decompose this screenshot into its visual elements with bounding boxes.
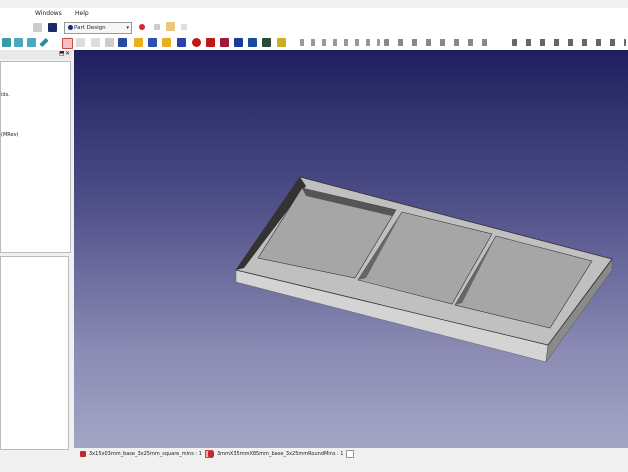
view-icon[interactable]: [27, 38, 36, 47]
thickness-icon[interactable]: [277, 38, 286, 47]
pad-icon[interactable]: [134, 38, 143, 47]
view-icon[interactable]: [2, 38, 11, 47]
tab-document-1[interactable]: 3x15x03mm_base_3x25mm_square_mins : 1: [80, 450, 213, 458]
stop-macro-icon[interactable]: [154, 24, 160, 30]
macros-icon[interactable]: [166, 22, 175, 31]
sketcher-tools-icons[interactable]: [384, 39, 494, 46]
tab-label: 3mmX35mmX85mm_base_3x25mmRoundMins : 1: [217, 451, 344, 457]
toolbar-top: Part Design ▾: [0, 20, 628, 36]
toolbar-partdesign: [0, 36, 628, 51]
model-tree-panel: ids. (MRev): [0, 61, 71, 253]
body-icon[interactable]: [62, 38, 73, 49]
groove-icon[interactable]: [220, 38, 229, 47]
combo-view-header: ⬒ ✕: [0, 50, 72, 59]
tray-model: [235, 176, 613, 363]
sketch-icon[interactable]: [76, 38, 85, 47]
pocket-icon[interactable]: [192, 38, 201, 47]
validate-icon[interactable]: [105, 38, 114, 47]
chevron-down-icon: ▾: [126, 25, 129, 31]
fillet-icon[interactable]: [234, 38, 243, 47]
close-panel-icon[interactable]: ✕: [65, 50, 70, 57]
close-tab-icon[interactable]: [346, 450, 355, 458]
tab-label: 3x15x03mm_base_3x25mm_square_mins : 1: [89, 451, 202, 457]
sketcher-geometry-icons[interactable]: [300, 39, 380, 46]
document-tabs: 3x15x03mm_base_3x25mm_square_mins : 1 3m…: [74, 448, 628, 472]
draft-icon[interactable]: [262, 38, 271, 47]
3d-viewport[interactable]: [74, 50, 628, 448]
workbench-label: Part Design: [74, 25, 106, 31]
sketch-icon[interactable]: [91, 38, 100, 47]
tree-item-text[interactable]: (MRev): [1, 132, 19, 138]
menu-help[interactable]: Help: [75, 10, 89, 17]
chamfer-icon[interactable]: [248, 38, 257, 47]
loft-icon[interactable]: [162, 38, 171, 47]
record-macro-icon[interactable]: [139, 24, 145, 30]
float-panel-icon[interactable]: ⬒: [59, 50, 65, 57]
view-icon[interactable]: [14, 38, 23, 47]
execute-macro-icon[interactable]: [181, 24, 187, 30]
tab-document-2[interactable]: 3mmX35mmX85mm_base_3x25mmRoundMins : 1: [208, 450, 355, 458]
property-panel: [0, 256, 69, 450]
pipe-icon[interactable]: [177, 38, 186, 47]
hole-icon[interactable]: [206, 38, 215, 47]
freecad-doc-icon: [80, 451, 86, 457]
workbench-icon: [68, 25, 73, 30]
clone-icon[interactable]: [118, 38, 127, 47]
whats-this-icon[interactable]: [48, 23, 57, 32]
workbench-selector[interactable]: Part Design ▾: [64, 22, 132, 34]
refresh-icon[interactable]: [33, 23, 42, 32]
tree-item-text[interactable]: ids.: [1, 92, 10, 98]
measure-icon[interactable]: [39, 37, 49, 48]
menu-windows[interactable]: Windows: [35, 10, 62, 17]
revolution-icon[interactable]: [148, 38, 157, 47]
menu-bar: Windows Help: [0, 8, 628, 20]
freecad-doc-icon: [208, 451, 214, 457]
sketcher-constraint-icons[interactable]: [512, 39, 626, 46]
